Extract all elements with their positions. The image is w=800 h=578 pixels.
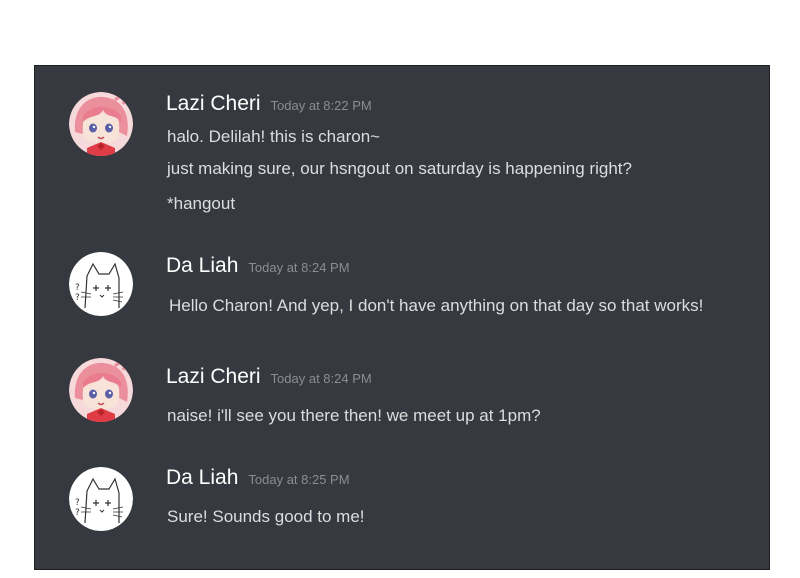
anime-girl-pink-hair-icon[interactable]	[69, 358, 133, 422]
username[interactable]: Lazi Cheri	[166, 92, 261, 115]
username[interactable]: Lazi Cheri	[166, 365, 261, 388]
timestamp: Today at 8:22 PM	[270, 98, 372, 113]
svg-text:?: ?	[75, 283, 80, 293]
timestamp: Today at 8:24 PM	[248, 260, 350, 275]
message-text: halo. Delilah! this is charon~	[167, 127, 381, 146]
message-text: just making sure, our hsngout on saturda…	[167, 159, 632, 178]
chat-panel: Lazi Cheri Today at 8:22 PM halo. Delilah…	[34, 65, 770, 570]
timestamp: Today at 8:24 PM	[270, 371, 372, 386]
svg-text:?: ?	[75, 293, 80, 303]
message-header: Lazi Cheri Today at 8:22 PM	[166, 92, 372, 116]
message-text: naise! i'll see you there then! we meet …	[167, 406, 541, 425]
cat-sketch-icon[interactable]: ? ?	[69, 467, 133, 531]
svg-text:?: ?	[75, 498, 80, 508]
message-text: Hello Charon! And yep, I don't have anyt…	[169, 296, 704, 315]
message-text: Sure! Sounds good to me!	[167, 507, 365, 526]
message-header: Da Liah Today at 8:25 PM	[166, 466, 350, 490]
message-header: Lazi Cheri Today at 8:24 PM	[166, 365, 372, 389]
timestamp: Today at 8:25 PM	[248, 472, 350, 487]
username[interactable]: Da Liah	[166, 466, 238, 489]
anime-girl-pink-hair-icon[interactable]	[69, 92, 133, 156]
svg-text:?: ?	[75, 508, 80, 518]
username[interactable]: Da Liah	[166, 254, 238, 277]
cat-sketch-icon[interactable]: ? ?	[69, 252, 133, 316]
message-header: Da Liah Today at 8:24 PM	[166, 254, 350, 278]
message-text: *hangout	[167, 194, 236, 213]
